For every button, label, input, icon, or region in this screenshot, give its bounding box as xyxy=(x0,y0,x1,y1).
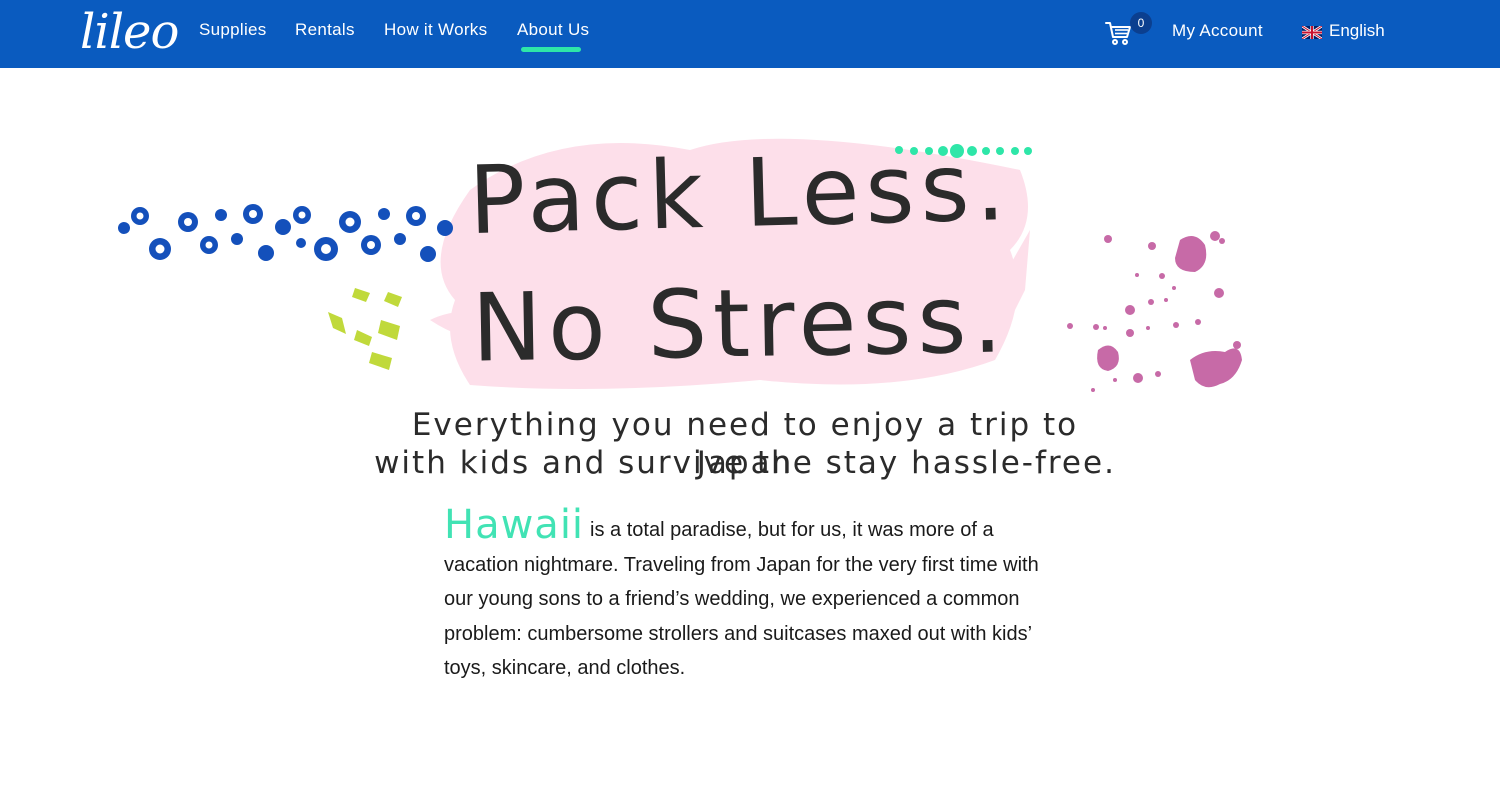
hero-headline-line-1: Pack Less. xyxy=(467,132,1013,257)
active-nav-underline xyxy=(521,47,581,52)
nav-link-about-us[interactable]: About Us xyxy=(517,20,589,40)
hero-subheading-line-2: with kids and survive the stay hassle-fr… xyxy=(374,445,1116,481)
cart-count-badge: 0 xyxy=(1130,12,1152,34)
nav-link-supplies[interactable]: Supplies xyxy=(199,20,267,40)
pink-splash-decoration xyxy=(1067,231,1242,392)
uk-flag-icon xyxy=(1301,24,1323,41)
about-story-paragraph: Hawaii is a total paradise, but for us, i… xyxy=(444,505,1054,686)
top-navbar: lileo Supplies Rentals How it Works Abou… xyxy=(0,0,1500,68)
blue-dots-decoration xyxy=(118,204,453,262)
my-account-link[interactable]: My Account xyxy=(1172,21,1263,41)
story-lead-word: Hawaii xyxy=(444,502,585,548)
nav-link-how-it-works[interactable]: How it Works xyxy=(384,20,487,40)
lime-dashes-decoration xyxy=(328,288,402,370)
hero-headline-line-2: No Stress. xyxy=(470,265,1010,384)
site-logo[interactable]: lileo xyxy=(80,2,179,62)
nav-link-rentals[interactable]: Rentals xyxy=(295,20,355,40)
language-selector[interactable]: English xyxy=(1329,21,1385,41)
